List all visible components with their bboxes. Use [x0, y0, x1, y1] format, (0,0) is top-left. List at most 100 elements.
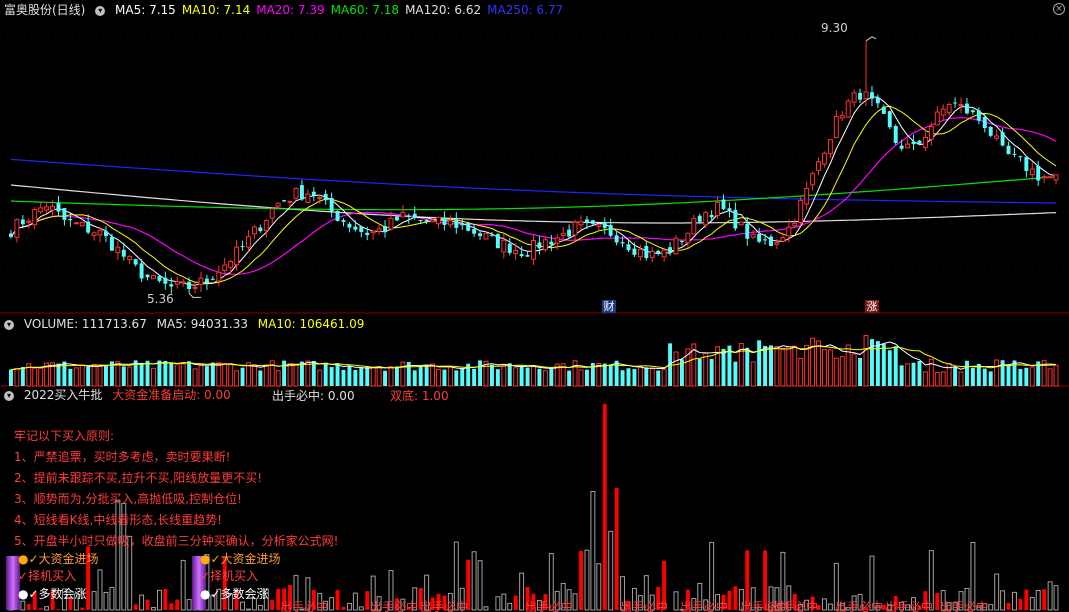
candle-body-up	[554, 237, 560, 244]
volume-bar-down	[549, 368, 554, 386]
indicator-bar-red	[270, 600, 275, 610]
volume-bar-up	[922, 371, 928, 387]
volume-bar-up	[934, 371, 940, 387]
volume-bar-up	[1047, 368, 1053, 387]
volume-bar-up	[792, 345, 798, 387]
indicator-toggle-icon[interactable]: ▾	[4, 390, 14, 401]
indicator-bar-red	[1018, 598, 1023, 610]
volume-bar-up	[275, 370, 281, 387]
volume-bar-down	[20, 366, 25, 386]
candle-body-down	[1036, 165, 1041, 181]
indicator-bar-gray	[572, 593, 578, 611]
volume-bar-down	[1000, 360, 1005, 386]
volume-bar-up	[127, 366, 133, 387]
candle-body-up	[827, 139, 833, 155]
volume-bar-down	[1012, 360, 1017, 386]
candle-body-up	[388, 217, 394, 230]
rule-2: 2、提前未跟踪不买,拉升不买,阳线放量更不买!	[14, 471, 263, 485]
candle-body-down	[495, 234, 500, 249]
indicator-bar-gray	[358, 606, 364, 611]
candle-body-up	[542, 239, 548, 251]
volume-bar-up	[180, 363, 186, 387]
candle-body-down	[549, 241, 554, 245]
candle-body-up	[649, 250, 655, 258]
candle-body-up	[845, 100, 851, 118]
settings-toggle-icon[interactable]: ▾	[95, 5, 106, 16]
candle-body-up	[946, 104, 952, 113]
volume-bar-up	[810, 337, 816, 387]
rise-marker[interactable]: 涨	[865, 300, 879, 313]
candle-body-down	[697, 215, 702, 222]
volume-bar-down	[347, 366, 352, 386]
candle-body-up	[222, 264, 228, 271]
candle-body-down	[406, 215, 411, 217]
candle-body-up	[578, 221, 584, 226]
rule-3: 3、顺势而为,分批买入,高抛低吸,控制仓位!	[14, 492, 242, 506]
volume-bar-down	[970, 367, 975, 386]
volume-bar-up	[827, 349, 833, 387]
candle-body-down	[299, 185, 304, 200]
volume-bar-up	[798, 357, 804, 387]
candle-body-up	[192, 286, 198, 289]
candle-body-up	[73, 222, 79, 225]
candle-body-down	[187, 281, 192, 290]
candle-body-up	[234, 246, 240, 266]
bottom-signal-label: 出手必中	[885, 600, 934, 612]
candle-body-down	[329, 198, 334, 212]
candle-body-down	[976, 110, 981, 121]
indicator-bar-gray	[988, 604, 994, 611]
volume-bar-up	[637, 366, 643, 387]
volume-bar-up	[370, 366, 376, 387]
signal-mostly-rise-1: ●✓多数会涨	[18, 587, 87, 601]
volume-bar-up	[833, 357, 839, 387]
volume-bar-down	[204, 366, 209, 386]
volume-toggle-icon[interactable]: ▾	[4, 319, 14, 330]
volume-bar-down	[1024, 367, 1029, 386]
high-price-label: 9.30	[821, 21, 848, 35]
signal-opportunity-buy-2: ✓择机买入	[200, 569, 259, 583]
indicator-bar-gray	[257, 604, 263, 611]
volume-bar-up	[151, 367, 156, 387]
candle-body-down	[359, 226, 364, 233]
candle-body-down	[668, 247, 673, 253]
candle-body-down	[56, 203, 61, 212]
candle-body-up	[810, 173, 816, 186]
volume-bar-up	[851, 353, 857, 387]
indicator-bar-gray	[151, 607, 156, 611]
finance-marker[interactable]: 财	[602, 300, 616, 313]
volume-bar-up	[821, 349, 827, 387]
indicator-bar-red	[935, 593, 940, 610]
candle-body-up	[786, 226, 792, 237]
candle-body-down	[763, 239, 768, 241]
indicator-bar-red	[1006, 603, 1011, 610]
candle-body-down	[489, 234, 494, 236]
volume-bar-down	[323, 362, 328, 386]
volume-bar-down	[721, 348, 726, 386]
volume-bar-up	[430, 363, 436, 387]
volume-bar-up	[216, 362, 222, 387]
candle-body-up	[38, 207, 44, 213]
candle-body-up	[91, 232, 97, 236]
ma250-line	[10, 158, 1057, 204]
indicator-bar-gray	[673, 591, 679, 611]
volume-bar-up	[97, 365, 103, 387]
volume-bar-down	[733, 361, 738, 386]
indicator-bar-red	[513, 595, 518, 610]
volume-ma5: MA5: 94031.33	[156, 317, 248, 331]
indicator-bar-red	[38, 608, 43, 610]
candle-body-down	[104, 231, 108, 237]
candle-body-up	[127, 256, 133, 261]
candle-body-down	[727, 208, 732, 211]
volume-bar-down	[763, 345, 768, 386]
close-icon[interactable]: ×	[1053, 3, 1065, 15]
volume-bar-up	[649, 368, 655, 387]
indicator-bar-gray	[139, 594, 145, 611]
volume-bar-up	[946, 362, 952, 387]
candle-body-down	[519, 254, 524, 257]
candle-body-down	[240, 246, 245, 248]
candle-body-up	[798, 199, 804, 223]
volume-bar-up	[531, 366, 536, 387]
indicator-bar-gray	[20, 600, 26, 611]
indicator-bar-gray	[103, 591, 109, 611]
candle-body-down	[1000, 132, 1005, 146]
